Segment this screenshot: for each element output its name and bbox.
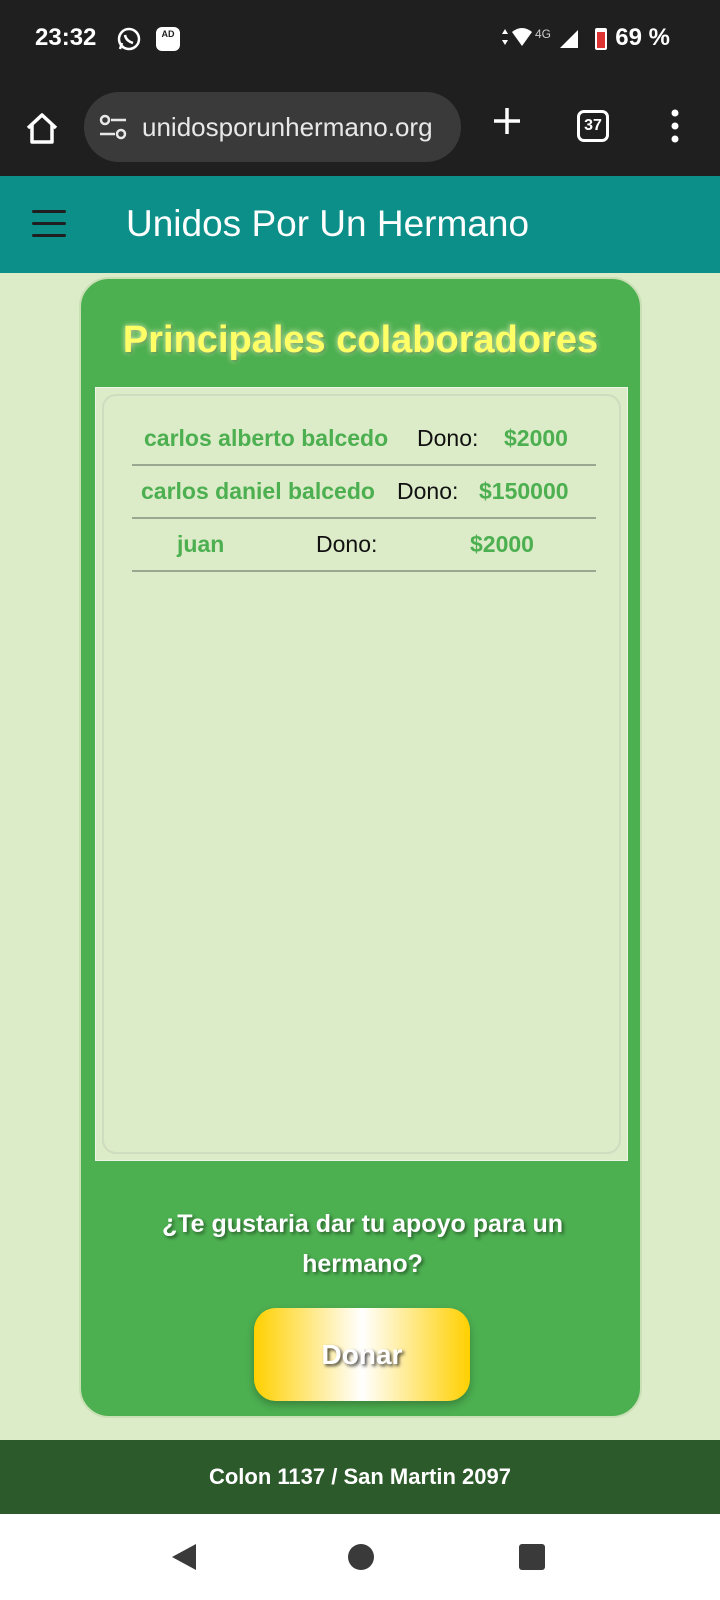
- status-time: 23:32: [35, 24, 97, 51]
- footer-address: Colon 1137 / San Martin 2097: [0, 1440, 720, 1514]
- back-icon[interactable]: [170, 1542, 198, 1572]
- more-options-icon[interactable]: [668, 106, 682, 146]
- status-bar: 23:32 AD 4G 69 %: [0, 0, 720, 78]
- app-header: Unidos Por Un Hermano: [0, 176, 720, 273]
- donations-list: carlos alberto balcedo Dono: $2000 carlo…: [102, 394, 621, 1154]
- card-title: Principales colaboradores: [122, 319, 599, 361]
- whatsapp-icon: [117, 27, 141, 51]
- donation-amount: $2000: [504, 425, 568, 451]
- support-question: ¿Te gustaria dar tu apoyo para un herman…: [162, 1210, 563, 1278]
- donation-row: juan Dono: $2000: [132, 519, 596, 572]
- donor-name: carlos alberto balcedo: [144, 425, 389, 451]
- battery-percent: 69 %: [615, 24, 670, 51]
- tab-switcher-button[interactable]: 37: [577, 110, 609, 142]
- donation-row: carlos alberto balcedo Dono: $2000: [132, 413, 596, 466]
- donation-verb: Dono:: [316, 531, 378, 557]
- network-type: 4G: [535, 27, 551, 41]
- browser-toolbar: unidosporunhermano.org 37: [0, 78, 720, 176]
- donate-button[interactable]: Donar: [254, 1308, 470, 1401]
- home-nav-icon[interactable]: [348, 1544, 374, 1570]
- recents-icon[interactable]: [519, 1544, 545, 1570]
- donor-name: carlos daniel balcedo: [141, 478, 375, 504]
- address-bar[interactable]: unidosporunhermano.org: [84, 92, 461, 162]
- donations-panel: carlos alberto balcedo Dono: $2000 carlo…: [95, 387, 628, 1161]
- new-tab-icon[interactable]: [488, 102, 526, 140]
- donation-row: carlos daniel balcedo Dono: $150000: [132, 466, 596, 519]
- system-nav-bar: [0, 1514, 720, 1600]
- donation-verb: Dono:: [397, 478, 459, 504]
- hamburger-menu-icon[interactable]: [32, 210, 66, 238]
- url-text[interactable]: unidosporunhermano.org: [142, 112, 433, 143]
- ad-blocker-icon: AD: [156, 27, 180, 51]
- donation-amount: $2000: [470, 531, 534, 557]
- collaborators-card: Principales colaboradores carlos alberto…: [79, 277, 642, 1418]
- site-title: Unidos Por Un Hermano: [126, 203, 530, 244]
- donor-name: juan: [177, 531, 225, 557]
- home-icon[interactable]: [22, 108, 62, 148]
- donation-verb: Dono:: [417, 425, 479, 451]
- signal-icons: 4G: [502, 27, 607, 50]
- site-settings-icon[interactable]: [98, 114, 128, 140]
- donation-amount: $150000: [479, 478, 569, 504]
